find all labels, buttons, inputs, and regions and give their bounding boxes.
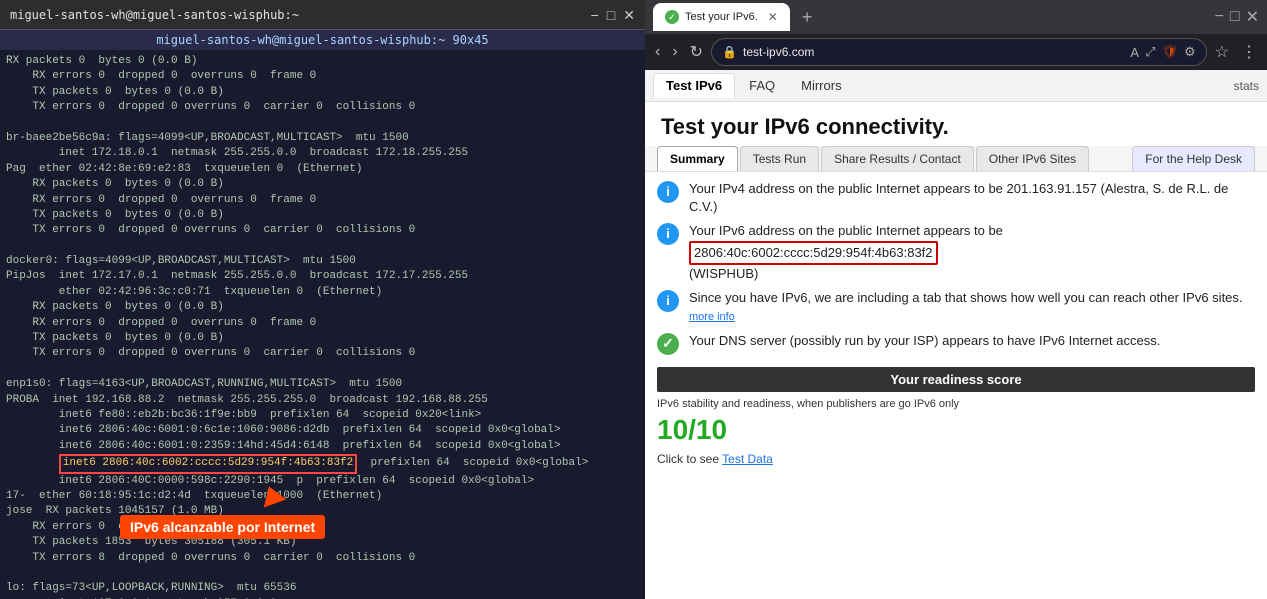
site-nav-mirrors[interactable]: Mirrors (789, 74, 853, 97)
browser-pane: ✓ Test your IPv6. ✕ + − □ ✕ ‹ › ↻ 🔒 test… (645, 0, 1267, 599)
more-info-link[interactable]: more info (689, 311, 735, 323)
info-card-ipv6-text: Your IPv6 address on the public Internet… (689, 222, 1255, 283)
new-tab-btn[interactable]: + (796, 7, 819, 28)
readiness-desc: IPv6 stability and readiness, when publi… (645, 396, 1267, 412)
browser-close-btn[interactable]: ✕ (1246, 7, 1259, 27)
info-card-ipv6-tab-text: Since you have IPv6, we are including a … (689, 289, 1255, 326)
terminal-controls: − □ ✕ (591, 8, 635, 22)
info-card-dns: ✓ Your DNS server (possibly run by your … (657, 332, 1255, 355)
bookmarks-btn[interactable]: ☆ (1211, 40, 1233, 64)
share-icon: ⤢ (1145, 44, 1155, 60)
score-display: 10/10 (645, 412, 1267, 448)
browser-tab-active[interactable]: ✓ Test your IPv6. ✕ (653, 3, 790, 31)
tab-favicon: ✓ (665, 10, 679, 24)
content-tab-summary[interactable]: Summary (657, 146, 738, 171)
terminal-body: RX packets 0 bytes 0 (0.0 B) RX errors 0… (0, 50, 645, 599)
site-nav-stats[interactable]: stats (1234, 79, 1259, 93)
terminal-subtitle: miguel-santos-wh@miguel-santos-wisphub:~… (0, 30, 645, 50)
info-icon-dns: ✓ (657, 333, 679, 355)
info-icon-ipv6-tab: i (657, 290, 679, 312)
test-data-section: Click to see Test Data (645, 448, 1267, 470)
test-data-link[interactable]: Test Data (722, 452, 773, 466)
ipv6-address-box: 2806:40c:6002:cccc:5d29:954f:4b63:83f2 (689, 241, 938, 265)
terminal-maximize-btn[interactable]: □ (607, 8, 615, 22)
browser-minimize-btn[interactable]: − (1215, 8, 1224, 26)
info-card-ipv6-tab: i Since you have IPv6, we are including … (657, 289, 1255, 326)
lock-icon: 🔒 (722, 45, 737, 59)
browser-nav-bar: ‹ › ↻ 🔒 test-ipv6.com A ⤢ 🛡 ⚙ ☆ ⋮ (645, 34, 1267, 70)
extensions-icon: ⚙ (1184, 44, 1196, 60)
content-tab-helpdesk[interactable]: For the Help Desk (1132, 146, 1255, 171)
content-tab-tests-run[interactable]: Tests Run (740, 146, 819, 171)
info-card-ipv6: i Your IPv6 address on the public Intern… (657, 222, 1255, 283)
info-icon-ipv6: i (657, 223, 679, 245)
site-nav-faq[interactable]: FAQ (737, 74, 787, 97)
back-btn[interactable]: ‹ (651, 41, 664, 63)
terminal-pane: miguel-santos-wh@miguel-santos-wisphub:~… (0, 0, 645, 599)
browser-titlebar: ✓ Test your IPv6. ✕ + − □ ✕ (645, 0, 1267, 34)
terminal-minimize-btn[interactable]: − (591, 8, 599, 22)
site-nav-test-ipv6[interactable]: Test IPv6 (653, 73, 735, 98)
content-tab-other-ipv6[interactable]: Other IPv6 Sites (976, 146, 1089, 171)
info-list: i Your IPv4 address on the public Intern… (645, 172, 1267, 363)
terminal-title: miguel-santos-wh@miguel-santos-wisphub:~ (10, 8, 299, 22)
readiness-bar: Your readiness score (657, 367, 1255, 392)
info-icon-ipv4: i (657, 181, 679, 203)
info-card-dns-text: Your DNS server (possibly run by your IS… (689, 332, 1255, 350)
info-card-ipv4: i Your IPv4 address on the public Intern… (657, 180, 1255, 216)
translate-icon: A (1130, 45, 1139, 60)
content-tabs: Summary Tests Run Share Results / Contac… (645, 146, 1267, 172)
address-text: test-ipv6.com (743, 45, 1124, 59)
tab-close-btn[interactable]: ✕ (768, 10, 778, 24)
shield-icon: 🛡 (1161, 44, 1178, 60)
menu-btn[interactable]: ⋮ (1237, 40, 1261, 64)
browser-maximize-btn[interactable]: □ (1230, 8, 1240, 26)
reload-btn[interactable]: ↻ (686, 40, 707, 64)
info-card-ipv4-text: Your IPv4 address on the public Internet… (689, 180, 1255, 216)
site-nav: Test IPv6 FAQ Mirrors stats (645, 70, 1267, 102)
inet6-highlighted: inet6 2806:40c:6002:cccc:5d29:954f:4b63:… (59, 454, 357, 473)
terminal-close-btn[interactable]: ✕ (623, 8, 635, 22)
page-heading: Test your IPv6 connectivity. (645, 102, 1267, 146)
terminal-output: RX packets 0 bytes 0 (0.0 B) RX errors 0… (6, 54, 639, 599)
browser-content: Test your IPv6 connectivity. Summary Tes… (645, 102, 1267, 599)
address-bar[interactable]: 🔒 test-ipv6.com A ⤢ 🛡 ⚙ (711, 38, 1207, 66)
tab-title-text: Test your IPv6. (685, 11, 758, 23)
forward-btn[interactable]: › (668, 41, 681, 63)
terminal-titlebar: miguel-santos-wh@miguel-santos-wisphub:~… (0, 0, 645, 30)
content-tab-share[interactable]: Share Results / Contact (821, 146, 974, 171)
